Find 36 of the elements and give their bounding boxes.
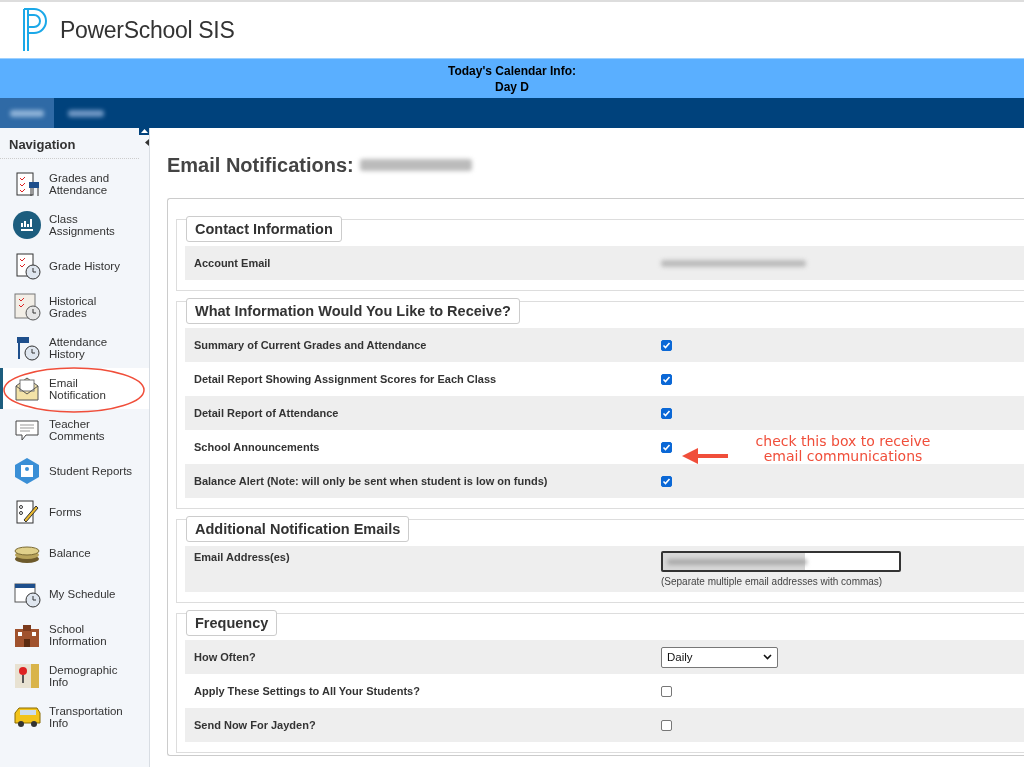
calendar-title: Today's Calendar Info: — [448, 62, 576, 79]
nav-item[interactable]: Forms — [0, 491, 149, 532]
nav-item[interactable]: Historical Grades — [0, 286, 149, 327]
navigation-title: Navigation — [0, 128, 139, 159]
nav-item[interactable]: Email Notification — [0, 368, 149, 409]
calendar-day: Day D — [495, 78, 529, 95]
nav-item[interactable]: Attendance History — [0, 327, 149, 368]
frequency-select[interactable]: Daily — [661, 646, 778, 668]
field-label: Send Now For Jayden? — [193, 719, 317, 731]
field-label: Account Email — [193, 257, 272, 269]
field-label: Detail Report of Attendance — [193, 407, 340, 419]
field-label: School Announcements — [193, 441, 321, 453]
nav-item[interactable]: Grade History — [0, 245, 149, 286]
nav-item[interactable]: Student Reports — [0, 450, 149, 491]
nav-item[interactable]: Class Assignments — [0, 204, 149, 245]
field-label: Detail Report Showing Assignment Scores for Each Class — [193, 373, 498, 385]
field-label: Apply These Settings to All Your Students? — [193, 685, 421, 697]
brand-name: PowerSchool SIS — [60, 16, 235, 44]
nav-item[interactable]: Grades and Attendance — [0, 163, 149, 204]
section-legend: What Information Would You Like to Receive? — [186, 298, 520, 324]
field-label: Balance Alert (Note: will only be sent when student is low on funds) — [193, 475, 549, 487]
field-hint: (Separate multiple email addresses with commas) — [661, 576, 884, 587]
nav-item[interactable]: Teacher Comments — [0, 409, 149, 450]
section-legend: Contact Information — [186, 216, 342, 242]
page-title: Email Notifications: — [167, 153, 354, 177]
field-label: Email Address(es) — [193, 551, 291, 563]
nav-item[interactable]: School Information — [0, 614, 149, 655]
section-legend: Frequency — [186, 610, 278, 636]
annotation-note: check this box to receive email communications — [754, 434, 932, 464]
section-legend: Additional Notification Emails — [186, 516, 410, 542]
nav-item[interactable]: Demographic Info — [0, 655, 149, 696]
nav-item[interactable]: My Schedule — [0, 573, 149, 614]
field-label: How Often? — [193, 651, 257, 663]
nav-item[interactable]: Transportation Info — [0, 696, 149, 737]
field-label: Summary of Current Grades and Attendance — [193, 339, 428, 351]
nav-item[interactable]: Balance — [0, 532, 149, 573]
